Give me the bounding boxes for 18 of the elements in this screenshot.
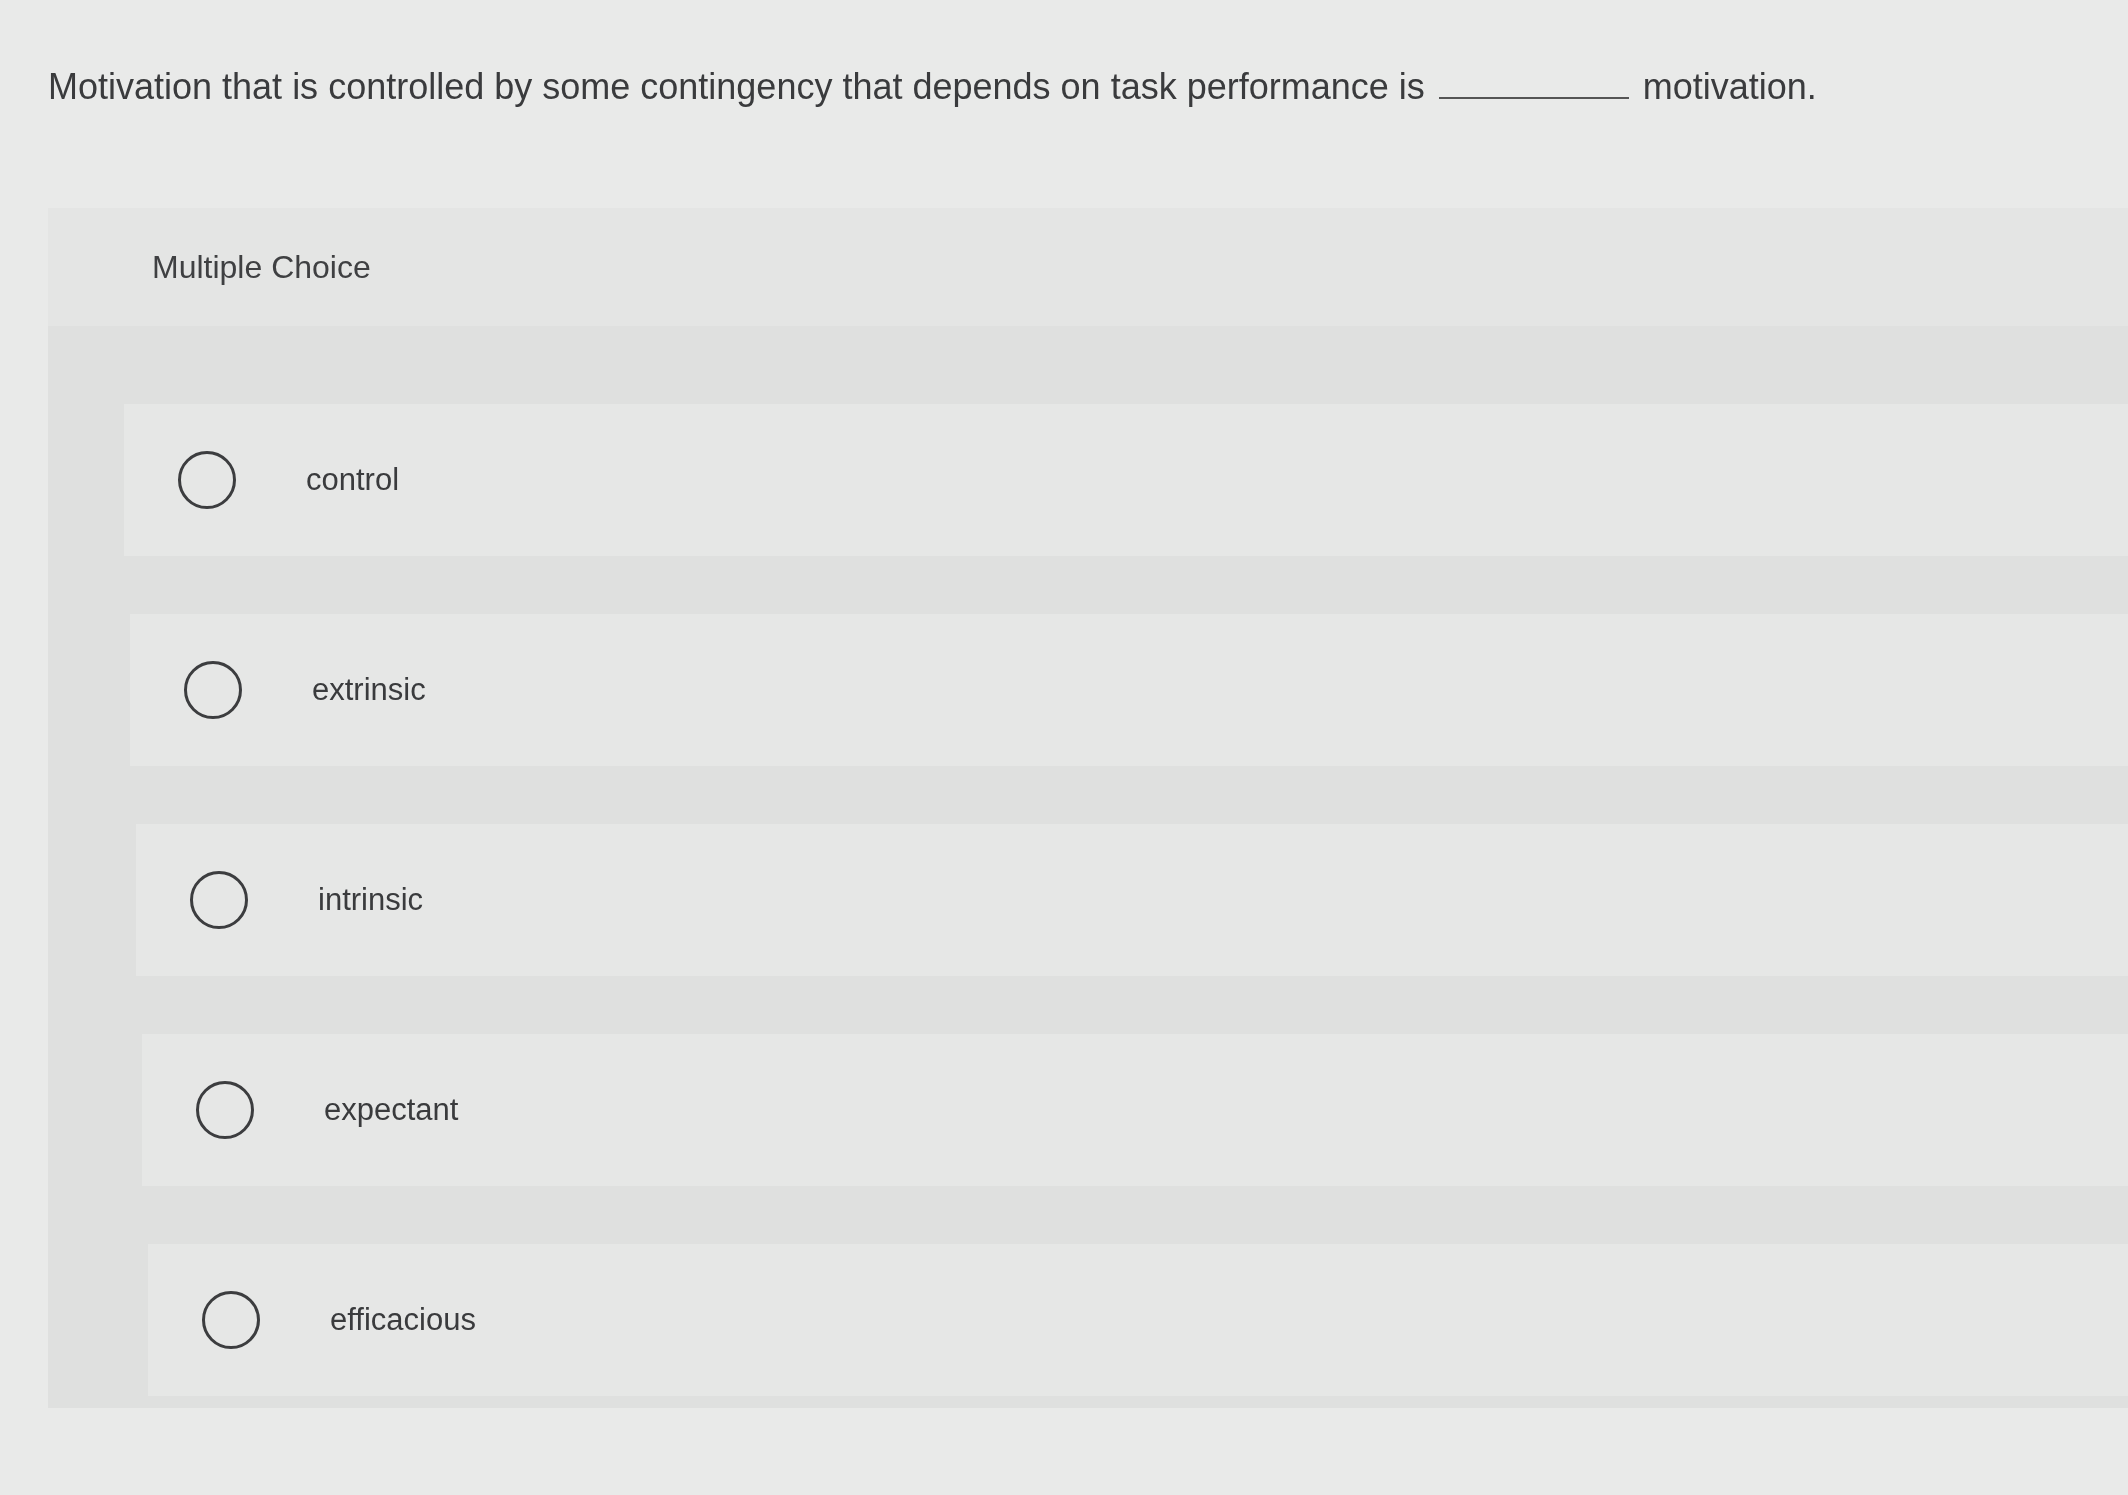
question-type-label: Multiple Choice [152,248,371,286]
option-label: extrinsic [312,672,426,708]
answer-option[interactable]: efficacious [148,1244,2128,1396]
radio-button[interactable] [190,871,248,929]
answer-option[interactable]: intrinsic [136,824,2128,976]
answer-option[interactable]: control [124,404,2128,556]
answer-option[interactable]: extrinsic [130,614,2128,766]
option-label: intrinsic [318,882,424,918]
radio-button[interactable] [196,1081,254,1139]
option-label: control [306,462,400,498]
question-text: Motivation that is controlled by some contingency that depends on task performance is [48,66,1425,108]
radio-button[interactable] [202,1291,260,1349]
question-text: motivation. [1642,66,1817,108]
radio-button[interactable] [178,451,236,509]
radio-button[interactable] [184,661,242,719]
answer-option[interactable]: expectant [142,1034,2128,1186]
option-label: efficacious [330,1302,476,1338]
option-label: expectant [324,1092,459,1128]
